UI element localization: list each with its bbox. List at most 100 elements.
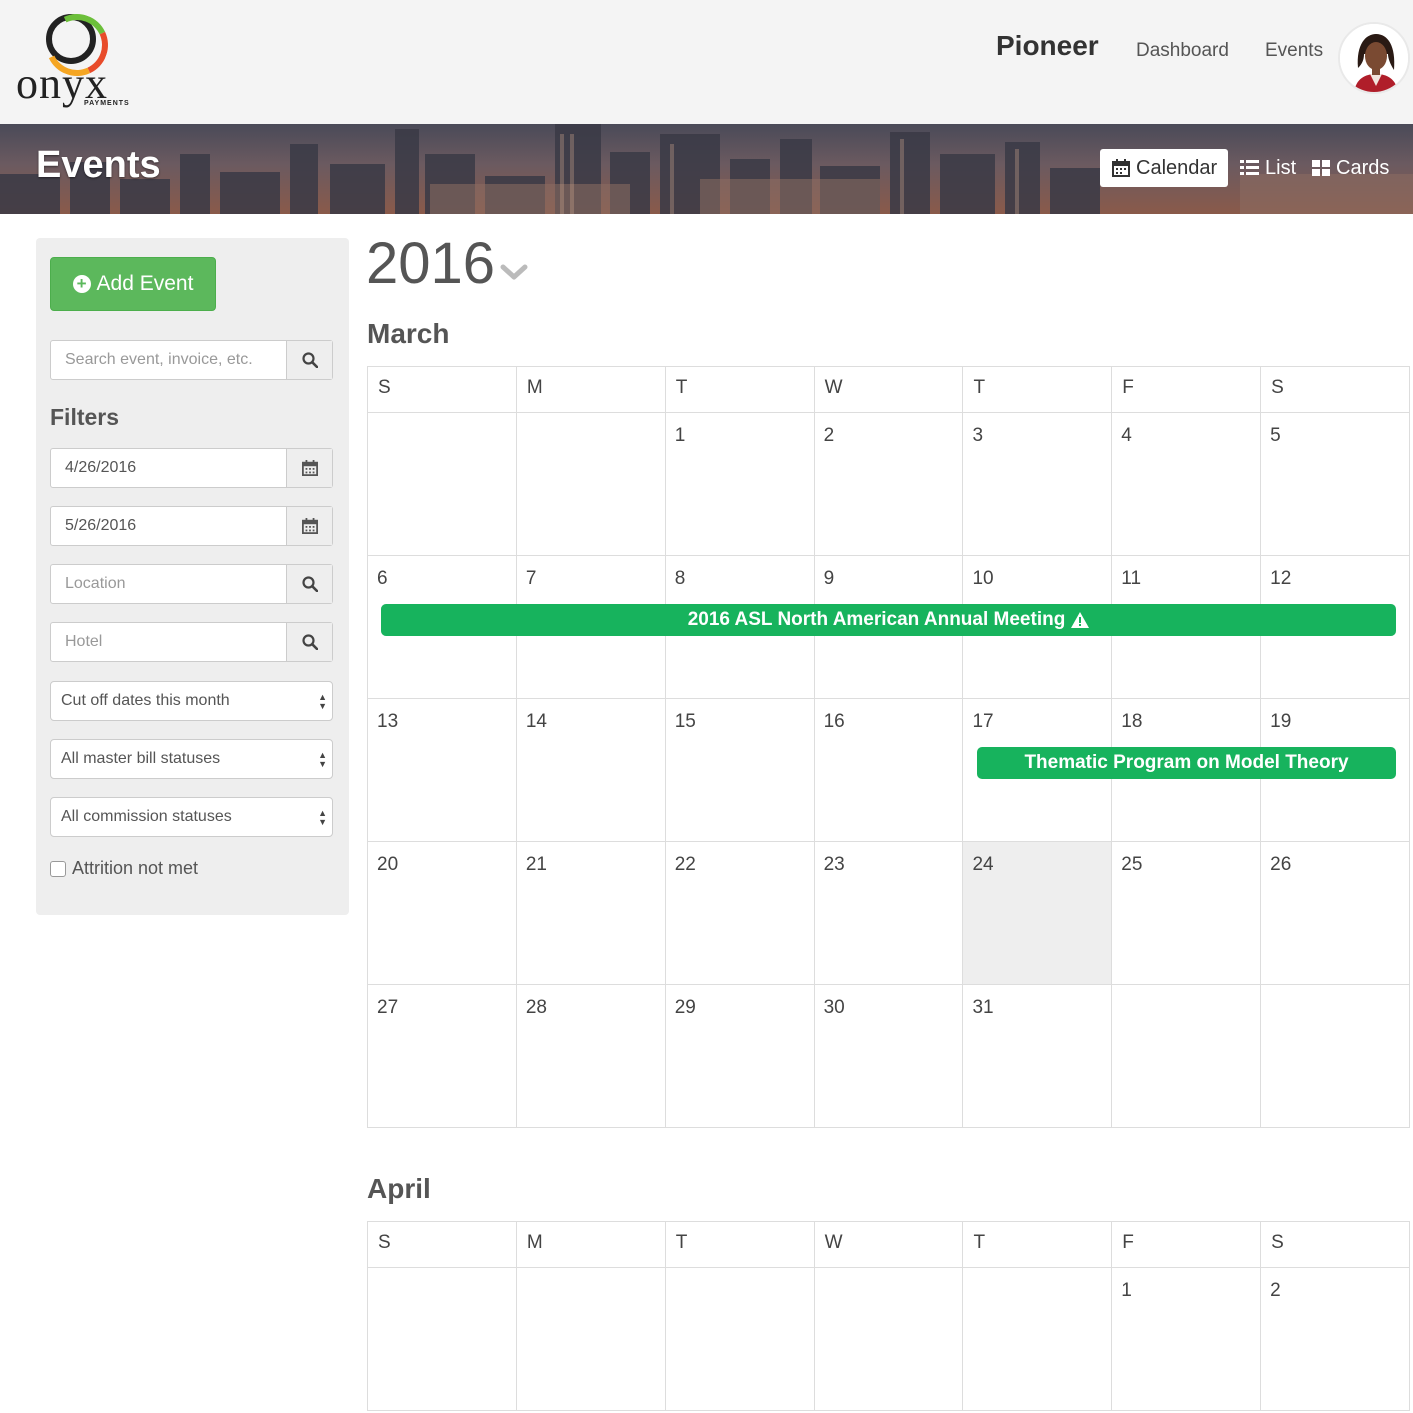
hotel-input[interactable] [51, 623, 286, 661]
search-input-group [50, 340, 333, 380]
calendar-day-cell[interactable]: 24 [963, 842, 1113, 985]
weekday-header: T [665, 367, 815, 413]
end-date-picker-button[interactable] [286, 507, 332, 545]
calendar-week-row: 12 [368, 1268, 1411, 1411]
list-view-label: List [1265, 156, 1297, 179]
nav-dashboard-link[interactable]: Dashboard [1136, 40, 1229, 62]
event-title: Thematic Program on Model Theory [1024, 752, 1349, 773]
calendar-day-cell[interactable]: 28 [516, 985, 666, 1128]
calendar-day-cell[interactable]: 27 [368, 985, 517, 1128]
day-number: 13 [377, 711, 399, 732]
attrition-checkbox[interactable] [50, 860, 66, 877]
hotel-search-button[interactable] [286, 623, 332, 661]
weekday-header: S [1261, 367, 1411, 413]
calendar-day-cell[interactable]: 1 [665, 413, 815, 556]
attrition-label: Attrition not met [72, 858, 199, 878]
calendar-day-cell[interactable]: 3 [963, 413, 1113, 556]
calendar-day-cell[interactable]: 20 [368, 842, 517, 985]
calendar-empty-cell [368, 413, 517, 556]
page-title: Events [36, 144, 161, 186]
calendar-day-cell[interactable]: 31 [963, 985, 1113, 1128]
event-bar[interactable]: 2016 ASL North American Annual Meeting [381, 604, 1396, 636]
calendar-day-cell[interactable]: 25 [1112, 842, 1262, 985]
calendar-day-cell[interactable]: 21 [516, 842, 666, 985]
day-number: 25 [1121, 854, 1143, 875]
calendar-day-cell[interactable]: 23 [814, 842, 964, 985]
user-avatar[interactable] [1338, 22, 1410, 94]
calendar-day-cell[interactable]: 22 [665, 842, 815, 985]
commission-status-value: All commission statuses [61, 808, 232, 825]
calendar-day-cell[interactable]: 16 [814, 699, 964, 842]
cards-view-button[interactable]: Cards [1312, 149, 1389, 187]
event-bar[interactable]: Thematic Program on Model Theory [977, 747, 1396, 779]
weekday-header: M [516, 1222, 666, 1268]
day-number: 3 [972, 425, 984, 446]
cutoff-dates-select[interactable]: Cut off dates this month ▲ ▼ [50, 681, 333, 721]
master-bill-status-value: All master bill statuses [61, 750, 221, 767]
calendar-day-cell[interactable]: 26 [1261, 842, 1411, 985]
day-number: 18 [1121, 711, 1143, 732]
start-date-input[interactable] [51, 449, 286, 487]
calendar-day-cell[interactable]: 4 [1112, 413, 1262, 556]
day-number: 11 [1121, 568, 1142, 589]
logo-subtitle: PAYMENTS [84, 100, 130, 107]
year-heading[interactable]: 2016 [366, 230, 495, 297]
calendar-week-row: 27 28 29 30 31 [368, 985, 1411, 1128]
calendar-day-cell[interactable]: 29 [665, 985, 815, 1128]
month-title-march: March [367, 318, 450, 349]
calendar-icon [301, 460, 318, 476]
events-hero-banner: Events Calendar List Cards [0, 124, 1413, 214]
weekday-header: S [368, 367, 517, 413]
calendar-day-cell[interactable]: 5 [1261, 413, 1411, 556]
calendar-day-cell[interactable]: 2 [814, 413, 964, 556]
location-input[interactable] [51, 565, 286, 603]
end-date-input[interactable] [51, 507, 286, 545]
end-date-group [50, 506, 333, 546]
day-number: 1 [674, 425, 686, 446]
search-input[interactable] [51, 341, 286, 379]
cutoff-dates-value: Cut off dates this month [61, 692, 230, 709]
calendar-icon [301, 518, 318, 534]
calendar-day-cell[interactable]: 2 [1261, 1268, 1411, 1411]
start-date-picker-button[interactable] [286, 449, 332, 487]
calendar-day-cell[interactable]: 30 [814, 985, 964, 1128]
day-number: 31 [972, 997, 994, 1018]
calendar-view-button[interactable]: Calendar [1100, 149, 1228, 187]
weekday-header: F [1112, 367, 1262, 413]
calendar-empty-cell [1261, 985, 1411, 1128]
weekday-header: F [1112, 1222, 1262, 1268]
add-event-button[interactable]: + Add Event [50, 257, 216, 311]
calendar-empty-cell [963, 1268, 1113, 1411]
warning-icon [1071, 612, 1090, 628]
weekday-header: M [516, 367, 666, 413]
day-number: 6 [377, 568, 388, 589]
cards-icon [1312, 160, 1330, 176]
calendar-day-cell[interactable]: 1 [1112, 1268, 1262, 1411]
list-view-button[interactable]: List [1240, 149, 1296, 187]
search-button[interactable] [286, 341, 332, 379]
weekday-header: S [368, 1222, 517, 1268]
chevron-down-icon[interactable] [500, 262, 528, 282]
day-number: 8 [674, 568, 686, 589]
location-search-button[interactable] [286, 565, 332, 603]
calendar-day-cell[interactable]: 14 [516, 699, 666, 842]
commission-status-select[interactable]: All commission statuses ▲ ▼ [50, 797, 333, 837]
attrition-filter[interactable]: Attrition not met [50, 858, 198, 879]
calendar-empty-cell [1112, 985, 1262, 1128]
calendar-view-label: Calendar [1136, 156, 1218, 179]
weekday-header: S [1261, 1222, 1411, 1268]
onyx-logo[interactable]: onyx PAYMENTS [16, 14, 136, 114]
filter-sidebar: + Add Event Filters Cut off dates thi [36, 238, 349, 915]
filters-heading: Filters [50, 404, 120, 430]
select-arrows-icon: ▲ ▼ [318, 808, 327, 827]
plus-circle-icon: + [72, 275, 91, 293]
day-number: 19 [1270, 711, 1292, 732]
hotel-input-group [50, 622, 333, 662]
nav-events-link[interactable]: Events [1265, 40, 1323, 62]
calendar-day-cell[interactable]: 13 [368, 699, 517, 842]
master-bill-status-select[interactable]: All master bill statuses ▲ ▼ [50, 739, 333, 779]
calendar-grid-march: S M T W T F S 1 2 3 4 5 6 7 8 9 10 11 12 2016 ASL North Ame… [367, 366, 1411, 1128]
day-number: 14 [525, 711, 547, 732]
calendar-day-cell[interactable]: 15 [665, 699, 815, 842]
brand-name[interactable]: Pioneer [996, 30, 1099, 62]
